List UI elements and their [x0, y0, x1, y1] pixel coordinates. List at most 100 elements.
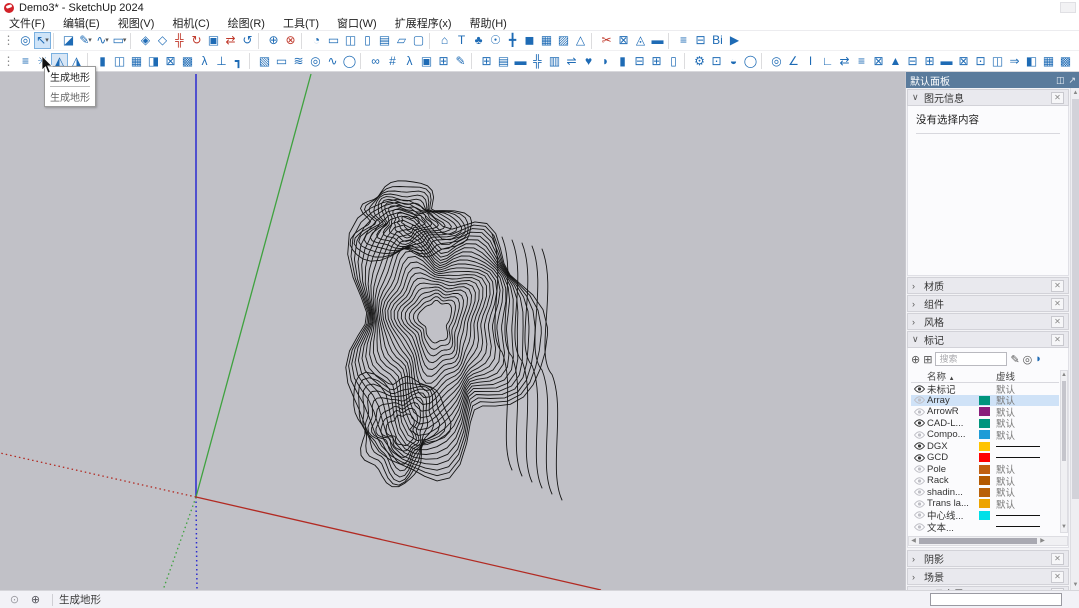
figure-icon[interactable]: λ — [401, 53, 418, 70]
lock-icon[interactable]: ⊠ — [870, 53, 887, 70]
save-copy-icon[interactable]: ▬ — [649, 32, 666, 49]
rectangle-tool[interactable]: ▭▾ — [111, 32, 128, 49]
battery-icon[interactable]: ▮ — [614, 53, 631, 70]
tab-icon[interactable]: ⇒ — [1006, 53, 1023, 70]
card-icon[interactable]: ▭ — [273, 53, 290, 70]
back-edges-toggle[interactable]: ▢ — [410, 32, 427, 49]
tag-row[interactable]: DGX — [911, 441, 1059, 453]
person-icon[interactable]: λ — [196, 53, 213, 70]
geolocation-icon[interactable]: ⊙ — [8, 593, 21, 606]
clipboard-icon[interactable]: ⊟ — [631, 53, 648, 70]
axes-icon[interactable]: ⊥ — [213, 53, 230, 70]
note-icon[interactable]: ▤ — [495, 53, 512, 70]
dropdown-caret-icon[interactable]: ▾ — [88, 32, 92, 49]
add-detail-tool[interactable]: ◨ — [145, 53, 162, 70]
visibility-off-icon[interactable] — [911, 477, 927, 485]
visibility-off-icon[interactable] — [911, 500, 927, 508]
grid-tool[interactable]: ▦ — [538, 32, 555, 49]
scrollbar-thumb[interactable] — [1062, 381, 1066, 461]
menu-help[interactable]: 帮助(H) — [461, 14, 516, 32]
column-dashes[interactable]: 虚线 — [996, 369, 1015, 383]
line-tool[interactable]: ✎▾ — [77, 32, 94, 49]
scroll-up-icon[interactable]: ▲ — [1071, 88, 1079, 98]
close-icon[interactable]: ✕ — [1051, 92, 1064, 104]
tag-color-swatch[interactable] — [979, 419, 990, 428]
flip-tool[interactable]: ⇄ — [222, 32, 239, 49]
tag-color-swatch[interactable] — [979, 442, 990, 451]
close-icon[interactable]: ✕ — [1051, 334, 1064, 346]
visibility-off-icon[interactable] — [911, 488, 927, 496]
outer-shell-tool[interactable]: ◬ — [632, 32, 649, 49]
tray-header[interactable]: 默认面板 ◫ ↗ — [906, 72, 1079, 88]
window-controls[interactable] — [1060, 2, 1076, 13]
credits-icon[interactable]: ⊕ — [29, 593, 42, 606]
close-icon[interactable]: ✕ — [1051, 280, 1064, 292]
layers-manager-icon[interactable]: ≡ — [675, 32, 692, 49]
frame-icon[interactable]: ▣ — [418, 53, 435, 70]
drape-tool[interactable]: ▦ — [128, 53, 145, 70]
visibility-off-icon[interactable] — [911, 431, 927, 439]
tag-dashes[interactable]: 默认 — [996, 497, 1048, 511]
printer-icon[interactable]: ⊟ — [904, 53, 921, 70]
tag-row[interactable]: Compo...默认 — [911, 429, 1059, 441]
clipboard2-icon[interactable]: ⊞ — [648, 53, 665, 70]
iso-view[interactable]: ⌂ — [436, 32, 453, 49]
eraser-tool[interactable]: ◪ — [60, 32, 77, 49]
tag-color-swatch[interactable] — [979, 430, 990, 439]
bar-icon[interactable]: ▬ — [512, 53, 529, 70]
tag-color-swatch[interactable] — [979, 511, 990, 520]
target-icon[interactable]: ⊡ — [972, 53, 989, 70]
zoom-tool[interactable]: ⊕ — [265, 32, 282, 49]
section-plane-tool[interactable]: ◫ — [342, 32, 359, 49]
scroll-down-icon[interactable]: ▼ — [1061, 523, 1067, 532]
model-viewport[interactable] — [0, 72, 905, 590]
zoom-circle-icon[interactable]: ◯ — [341, 53, 358, 70]
scrollbar-thumb[interactable] — [1072, 99, 1079, 499]
half-icon[interactable]: ◧ — [1023, 53, 1040, 70]
tree-component[interactable]: ♣ — [470, 32, 487, 49]
menu-draw[interactable]: 绘图(R) — [219, 14, 274, 32]
shade-icon[interactable]: ▩ — [1057, 53, 1074, 70]
tag-dashes[interactable]: 默认 — [996, 428, 1048, 442]
pin-icon[interactable]: ◫ — [1056, 75, 1065, 86]
section-fill-toggle[interactable]: ▱ — [393, 32, 410, 49]
purge-tags-icon[interactable]: ◎ — [1023, 353, 1033, 366]
tag-color-swatch[interactable] — [979, 453, 990, 462]
band-icon[interactable]: ▬ — [938, 53, 955, 70]
menu-extensions[interactable]: 扩展程序(x) — [386, 14, 461, 32]
corner-icon[interactable]: ┓ — [230, 53, 247, 70]
tag-color-swatch[interactable] — [979, 476, 990, 485]
light-component[interactable]: ☉ — [487, 32, 504, 49]
pushpull-tool[interactable]: ◈ — [137, 32, 154, 49]
close-icon[interactable]: ✕ — [1051, 553, 1064, 565]
close-icon[interactable]: ✕ — [1051, 298, 1064, 310]
list-icon[interactable]: ≡ — [17, 53, 34, 70]
visibility-on-icon[interactable] — [911, 454, 927, 462]
angle-icon[interactable]: ∠ — [785, 53, 802, 70]
tag-color-swatch[interactable] — [979, 465, 990, 474]
close-icon[interactable]: ✕ — [1051, 571, 1064, 583]
smoove-tool[interactable]: ▮ — [94, 53, 111, 70]
section-styles[interactable]: › 风格 ✕ — [907, 313, 1069, 330]
protractor-icon[interactable]: ∟ — [819, 53, 836, 70]
tag-color-swatch[interactable] — [979, 499, 990, 508]
table-icon[interactable]: ⊞ — [921, 53, 938, 70]
visibility-on-icon[interactable] — [911, 385, 927, 393]
pattern-icon[interactable]: ▧ — [256, 53, 273, 70]
visibility-off-icon[interactable] — [911, 511, 927, 519]
play-icon[interactable]: ▶ — [726, 32, 743, 49]
speaker-icon[interactable]: ◗ — [597, 53, 614, 70]
measurements-input[interactable] — [930, 593, 1062, 606]
flip-edge-tool[interactable]: ▩ — [179, 53, 196, 70]
search-icon[interactable]: ◎ — [768, 53, 785, 70]
section-components[interactable]: › 组件 ✕ — [907, 295, 1069, 312]
dropdown-caret-icon[interactable]: ▾ — [45, 32, 49, 49]
tree-grid-icon[interactable]: ⊞ — [478, 53, 495, 70]
heart-icon[interactable]: ♥ — [580, 53, 597, 70]
scroll-right-icon[interactable]: ▶ — [1038, 537, 1047, 545]
tag-color-swatch[interactable] — [979, 384, 990, 393]
scale-tool[interactable]: ▣ — [205, 32, 222, 49]
offset-tool[interactable]: ◇ — [154, 32, 171, 49]
section-scenes[interactable]: › 场景 ✕ — [907, 568, 1069, 585]
scroll-left-icon[interactable]: ◀ — [909, 537, 918, 545]
